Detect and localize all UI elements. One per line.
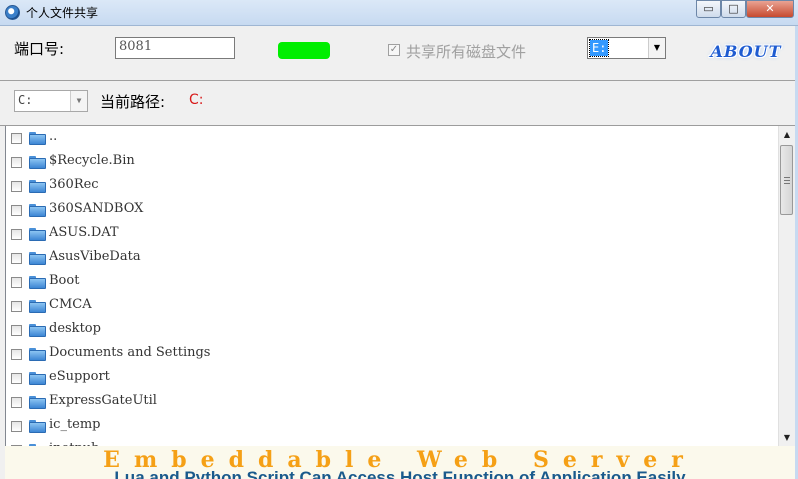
file-checkbox[interactable]	[11, 253, 22, 264]
file-name[interactable]: CMCA	[49, 297, 92, 312]
folder-icon	[29, 396, 46, 409]
file-checkbox[interactable]	[11, 181, 22, 192]
file-name[interactable]: AsusVibeData	[49, 249, 141, 264]
file-name[interactable]: 360SANDBOX	[49, 201, 143, 216]
maximize-button[interactable]: □	[721, 0, 746, 18]
scroll-down-arrow-icon[interactable]: ▼	[779, 429, 795, 446]
file-checkbox[interactable]	[11, 205, 22, 216]
list-item[interactable]: Documents and Settings	[6, 342, 776, 366]
list-item[interactable]: CMCA	[6, 294, 776, 318]
file-name[interactable]: ic_temp	[49, 417, 101, 432]
chevron-down-icon[interactable]: ▼	[648, 38, 665, 58]
list-item[interactable]: ASUS.DAT	[6, 222, 776, 246]
share-drive-value: E:	[588, 39, 610, 57]
file-name[interactable]: 360Rec	[49, 177, 99, 192]
file-checkbox[interactable]	[11, 157, 22, 168]
chevron-down-icon[interactable]: ▼	[70, 91, 87, 111]
list-item[interactable]: ic_temp	[6, 414, 776, 438]
list-item[interactable]: $Recycle.Bin	[6, 150, 776, 174]
minimize-button[interactable]: ▭	[696, 0, 721, 18]
folder-icon	[29, 228, 46, 241]
file-checkbox[interactable]	[11, 421, 22, 432]
share-all-label: 共享所有磁盘文件	[406, 43, 527, 61]
share-all-checkbox[interactable]: ✓	[388, 44, 400, 56]
list-item[interactable]: AsusVibeData	[6, 246, 776, 270]
current-path-label: 当前路径:	[100, 93, 166, 111]
folder-icon	[29, 156, 46, 169]
window-title: 个人文件共享	[26, 6, 99, 20]
about-button[interactable]: ABOUT	[709, 39, 783, 65]
folder-icon	[29, 420, 46, 433]
file-name[interactable]: $Recycle.Bin	[49, 153, 135, 168]
vertical-scrollbar[interactable]: ▲ ▼	[778, 126, 795, 446]
folder-icon	[29, 180, 46, 193]
promo-banner: Embeddable Web Server Lua and Python Scr…	[5, 446, 795, 479]
file-checkbox[interactable]	[11, 277, 22, 288]
file-name[interactable]: desktop	[49, 321, 101, 336]
file-checkbox[interactable]	[11, 301, 22, 312]
folder-icon	[29, 348, 46, 361]
folder-icon	[29, 300, 46, 313]
share-drive-select[interactable]: E: ▼	[587, 37, 666, 59]
folder-icon	[29, 252, 46, 265]
file-name[interactable]: ..	[49, 129, 57, 144]
current-path-value: C:	[189, 92, 204, 108]
list-item[interactable]: inetpub	[6, 438, 776, 446]
folder-icon	[29, 132, 46, 145]
port-label: 端口号:	[14, 40, 65, 58]
file-name[interactable]: Boot	[49, 273, 79, 288]
server-status-indicator[interactable]	[278, 42, 330, 59]
file-list[interactable]: .. $Recycle.Bin 360Rec 360SANDBOX ASUS.DAT As…	[5, 126, 779, 446]
file-checkbox[interactable]	[11, 349, 22, 360]
file-name[interactable]: ExpressGateUtil	[49, 393, 157, 408]
file-name[interactable]: eSupport	[49, 369, 110, 384]
folder-icon	[29, 372, 46, 385]
title-bar: 个人文件共享 ▭ □ ✕	[0, 0, 798, 26]
file-checkbox[interactable]	[11, 325, 22, 336]
scroll-up-arrow-icon[interactable]: ▲	[779, 126, 795, 143]
file-name[interactable]: Documents and Settings	[49, 345, 210, 360]
settings-panel: 端口号: 8081 ✓ 共享所有磁盘文件 E: ▼ ABOUT	[0, 26, 798, 81]
list-item[interactable]: ExpressGateUtil	[6, 390, 776, 414]
list-item[interactable]: desktop	[6, 318, 776, 342]
list-item[interactable]: eSupport	[6, 366, 776, 390]
folder-icon	[29, 204, 46, 217]
file-name[interactable]: ASUS.DAT	[49, 225, 119, 240]
path-panel: C: ▼ 当前路径: C:	[0, 81, 798, 126]
drive-select[interactable]: C: ▼	[14, 90, 88, 112]
drive-select-value: C:	[18, 93, 33, 107]
list-item[interactable]: ..	[6, 126, 776, 150]
file-checkbox[interactable]	[11, 397, 22, 408]
folder-icon	[29, 276, 46, 289]
list-item[interactable]: 360Rec	[6, 174, 776, 198]
app-globe-icon	[5, 5, 20, 20]
close-button[interactable]: ✕	[746, 0, 794, 18]
file-checkbox[interactable]	[11, 133, 22, 144]
list-item[interactable]: Boot	[6, 270, 776, 294]
folder-icon	[29, 324, 46, 337]
scroll-thumb[interactable]	[780, 145, 793, 215]
port-input[interactable]: 8081	[115, 37, 235, 59]
list-item[interactable]: 360SANDBOX	[6, 198, 776, 222]
file-checkbox[interactable]	[11, 373, 22, 384]
banner-subtitle: Lua and Python Script Can Access Host Fu…	[114, 468, 686, 479]
file-checkbox[interactable]	[11, 229, 22, 240]
